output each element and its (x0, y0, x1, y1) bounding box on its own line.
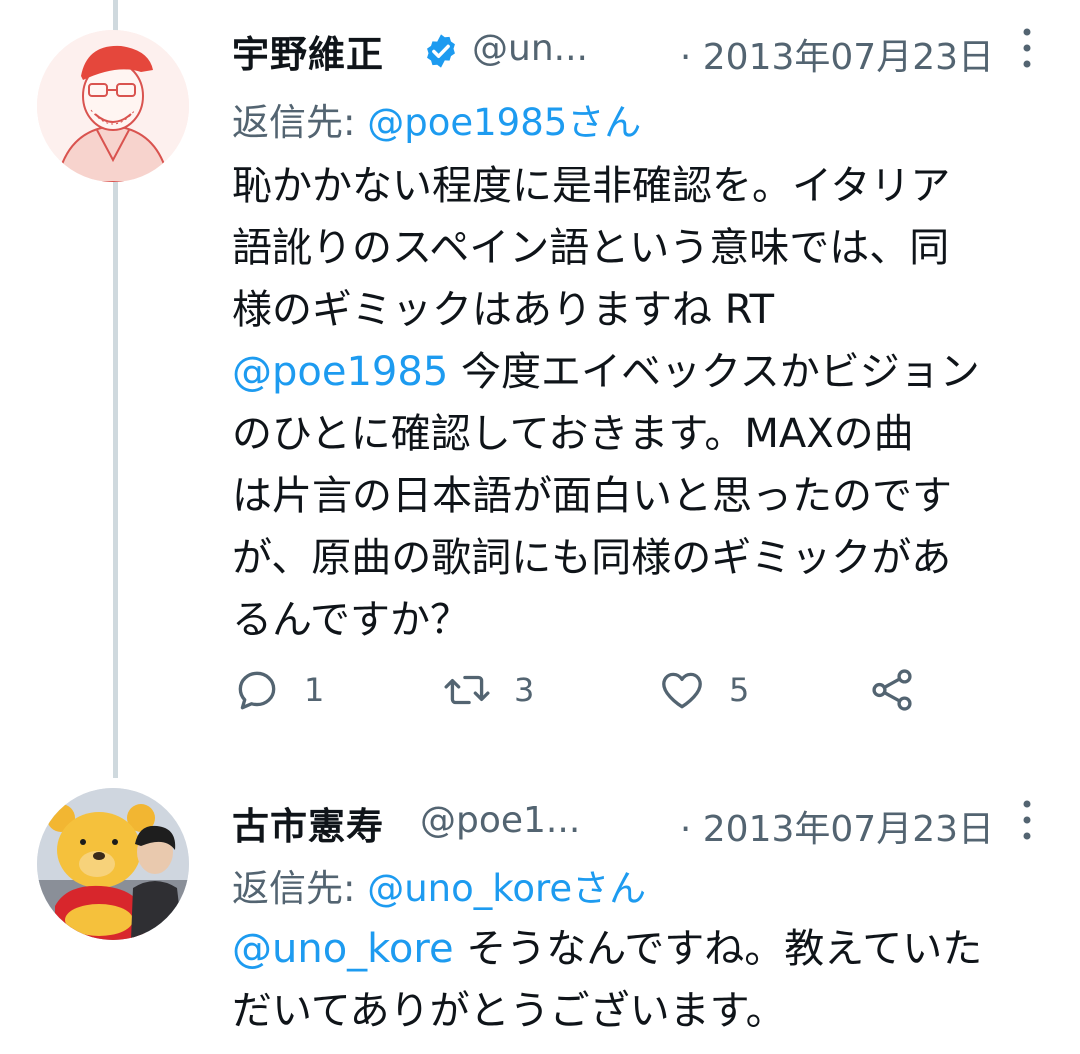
illustrated-man-red-cap-avatar (37, 30, 189, 182)
reply-count: 1 (304, 671, 325, 709)
user-handle[interactable]: @poe1... (420, 800, 580, 841)
avatar[interactable] (37, 788, 189, 940)
like-button[interactable]: 5 (657, 660, 749, 720)
reply-prefix: 返信先: (232, 101, 368, 144)
reply-button[interactable]: 1 (232, 660, 324, 720)
verified-badge-icon (427, 34, 455, 68)
tweet-date[interactable]: · 2013年07月23日 (680, 28, 994, 80)
mention-link[interactable]: @poe1985 (232, 349, 448, 395)
tweet-text-line: @poe1985 今度エイベックスかビジョン (232, 341, 1047, 403)
display-name[interactable]: 宇野維正 (232, 24, 384, 78)
reply-icon (238, 671, 276, 710)
more-options-icon[interactable] (1020, 798, 1034, 842)
tweet-text-line: のひとに確認しておきます。MAXの曲 (232, 411, 914, 457)
tweet: 宇野維正 @un... · 2013年07月23日 返信先: @poe1985さ… (0, 0, 1080, 760)
tweet-text: 恥かかない程度に是非確認を。イタリア 語訛りのスペイン語という意味では、同 様の… (232, 155, 1047, 651)
tweet-text-line: 語訛りのスペイン語という意味では、同 (232, 225, 950, 271)
reply-context: 返信先: @poe1985さん (232, 92, 641, 146)
retweet-icon (444, 675, 490, 705)
retweet-button[interactable]: 3 (442, 660, 534, 720)
tweet-text-line: @uno_kore そうなんですね。教えていた (232, 918, 1047, 980)
tweet-text: @uno_kore そうなんですね。教えていた だいてありがとうございます。 (232, 918, 1047, 1042)
photo-with-pooh-avatar (37, 788, 189, 940)
tweet-text-line: るんですか？ (232, 597, 470, 643)
tweet-actions: 1 3 5 (232, 660, 992, 720)
reply-to-link[interactable]: @uno_koreさん (367, 867, 646, 910)
tweet-date[interactable]: · 2013年07月23日 (680, 800, 994, 852)
share-button[interactable] (867, 660, 917, 720)
avatar[interactable] (37, 30, 189, 182)
heart-icon (662, 672, 702, 709)
share-icon (872, 669, 912, 711)
tweet-text-line: 様のギミックはありますね RT (232, 287, 775, 333)
more-options-icon[interactable] (1020, 26, 1034, 70)
user-handle[interactable]: @un... (472, 28, 588, 69)
tweet-text-segment: そうなんですね。教えていた (453, 926, 983, 972)
tweet-text-line: は片言の日本語が面白いと思ったのです (232, 473, 952, 519)
display-name[interactable]: 古市憲寿 (232, 796, 384, 850)
mention-link[interactable]: @uno_kore (232, 926, 454, 972)
tweet-text-line: が、原曲の歌詞にも同様のギミックがあ (232, 535, 952, 581)
reply-prefix: 返信先: (232, 867, 368, 910)
like-count: 5 (729, 671, 750, 709)
reply-context: 返信先: @uno_koreさん (232, 858, 646, 912)
reply-to-link[interactable]: @poe1985さん (367, 101, 641, 144)
tweet: 古市憲寿 @poe1... · 2013年07月23日 返信先: @uno_ko… (0, 770, 1080, 1054)
retweet-count: 3 (514, 671, 535, 709)
tweet-text-line: だいてありがとうございます。 (232, 988, 786, 1034)
tweet-text-line: 恥かかない程度に是非確認を。イタリア (232, 163, 951, 209)
tweet-text-segment: 今度エイベックスかビジョン (448, 349, 980, 395)
